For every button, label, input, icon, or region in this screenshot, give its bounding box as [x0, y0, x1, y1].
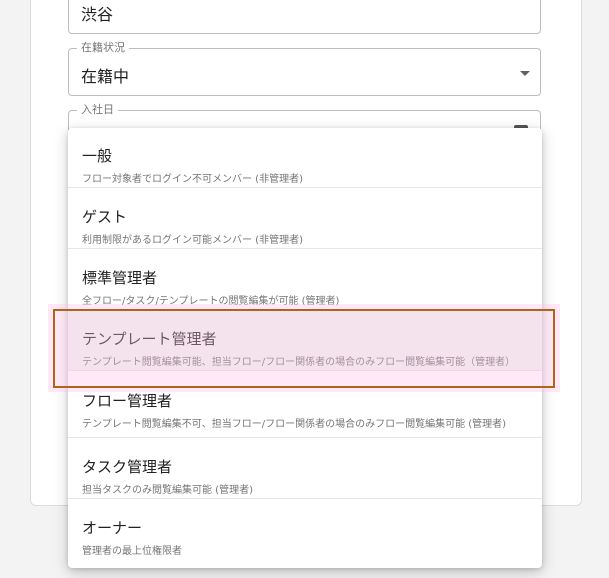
menu-item-title: タスク管理者	[82, 458, 173, 476]
menu-item-desc: テンプレート閲覧編集可能、担当フロー/フロー関係者の場合のみフロー閲覧編集可能（…	[82, 357, 516, 368]
join-date-label: 入社日	[77, 103, 118, 117]
menu-item-title: テンプレート管理者	[82, 330, 217, 348]
menu-item-title: 一般	[82, 147, 113, 165]
menu-item-flow-admin[interactable]: フロー管理者 テンプレート閲覧編集不可、担当フロー/フロー関係者の場合のみフロー…	[68, 378, 542, 438]
menu-item-desc: テンプレート閲覧編集不可、担当フロー/フロー関係者の場合のみフロー閲覧編集可能 …	[82, 419, 507, 430]
menu-item-template-admin[interactable]: テンプレート管理者 テンプレート閲覧編集可能、担当フロー/フロー関係者の場合のみ…	[68, 311, 542, 371]
menu-item-title: 標準管理者	[82, 269, 158, 287]
menu-item-guest[interactable]: ゲスト 利用制限があるログイン可能メンバー (非管理者)	[68, 189, 542, 249]
status-value: 在籍中	[81, 67, 130, 86]
status-label: 在籍状況	[77, 41, 129, 55]
menu-item-general[interactable]: 一般 フロー対象者でログイン不可メンバー (非管理者)	[68, 128, 542, 188]
menu-item-title: ゲスト	[82, 208, 128, 226]
role-dropdown-menu: 一般 フロー対象者でログイン不可メンバー (非管理者) ゲスト 利用制限があるロ…	[68, 128, 542, 568]
status-select[interactable]: 在籍状況 在籍中	[68, 41, 541, 96]
menu-item-standard-admin[interactable]: 標準管理者 全フロー/タスク/テンプレートの閲覧編集が可能 (管理者)	[68, 250, 542, 310]
menu-item-title: オーナー	[82, 519, 143, 537]
menu-item-desc: 管理者の最上位権限者	[82, 546, 182, 557]
location-field[interactable]: 渋谷	[68, 0, 541, 34]
menu-item-task-admin[interactable]: タスク管理者 担当タスクのみ閲覧編集可能 (管理者)	[68, 439, 542, 499]
menu-item-owner[interactable]: オーナー 管理者の最上位権限者	[68, 500, 542, 560]
menu-item-desc: フロー対象者でログイン不可メンバー (非管理者)	[82, 174, 303, 185]
menu-item-desc: 全フロー/タスク/テンプレートの閲覧編集が可能 (管理者)	[82, 296, 340, 307]
menu-item-desc: 担当タスクのみ閲覧編集可能 (管理者)	[82, 485, 253, 496]
menu-item-title: フロー管理者	[82, 392, 173, 410]
menu-item-desc: 利用制限があるログイン可能メンバー (非管理者)	[82, 235, 303, 246]
chevron-down-icon	[520, 71, 530, 76]
location-value: 渋谷	[81, 5, 114, 24]
